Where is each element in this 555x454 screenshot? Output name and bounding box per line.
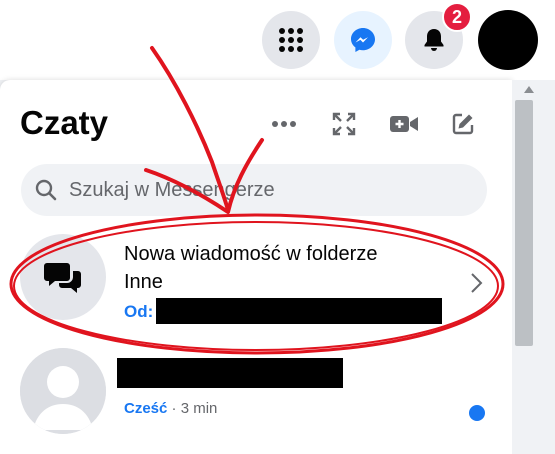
more-icon: [272, 121, 296, 127]
compose-icon: [452, 113, 474, 135]
account-avatar-button[interactable]: [478, 10, 538, 70]
last-message-preview: Cześć · 3 min: [124, 400, 217, 417]
search-input[interactable]: [67, 177, 471, 203]
open-in-messenger-button[interactable]: [326, 106, 362, 142]
grid-icon: [279, 28, 303, 52]
conversation-item[interactable]: Cześć · 3 min: [14, 342, 504, 452]
panel-title: Czaty: [20, 104, 109, 141]
chevron-right-icon: [471, 273, 483, 293]
top-navigation-bar: 2: [0, 0, 555, 80]
sender-label: Od:: [124, 302, 154, 321]
messenger-search-box[interactable]: [21, 164, 487, 216]
chat-folder-avatar: [20, 234, 106, 320]
chat-bubbles-icon: [44, 263, 81, 293]
expand-icon: [332, 112, 356, 136]
options-button[interactable]: [266, 106, 302, 142]
avatar: [20, 348, 106, 434]
scrollbar-thumb[interactable]: [515, 100, 533, 346]
chat-item-title-line2: Inne: [124, 271, 163, 293]
bell-icon: [424, 29, 444, 51]
video-call-icon: [390, 116, 418, 132]
separator: ·: [167, 400, 181, 417]
messenger-icon: [351, 28, 375, 52]
message-request-item[interactable]: Nowa wiadomość w folderze Inne Od:: [14, 228, 504, 338]
scrollbar[interactable]: [512, 80, 555, 454]
search-icon: [35, 179, 57, 201]
chat-item-title-line1: Nowa wiadomość w folderze: [124, 243, 378, 265]
default-profile-icon: [20, 348, 106, 434]
redacted-contact-name: [117, 358, 343, 388]
unread-indicator: [469, 405, 485, 421]
message-time: 3 min: [180, 400, 218, 417]
menu-button[interactable]: [262, 11, 320, 69]
redacted-sender-name: [156, 298, 442, 324]
last-message-text: Cześć: [124, 400, 168, 417]
notification-count-badge: 2: [442, 2, 472, 32]
new-room-button[interactable]: [386, 106, 422, 142]
chats-panel: Czaty Szukaj w Messengerze Nowa wiadomoś…: [0, 80, 512, 454]
scroll-up-arrow-icon[interactable]: [524, 86, 534, 93]
messenger-button[interactable]: [334, 11, 392, 69]
new-message-button[interactable]: [445, 106, 481, 142]
